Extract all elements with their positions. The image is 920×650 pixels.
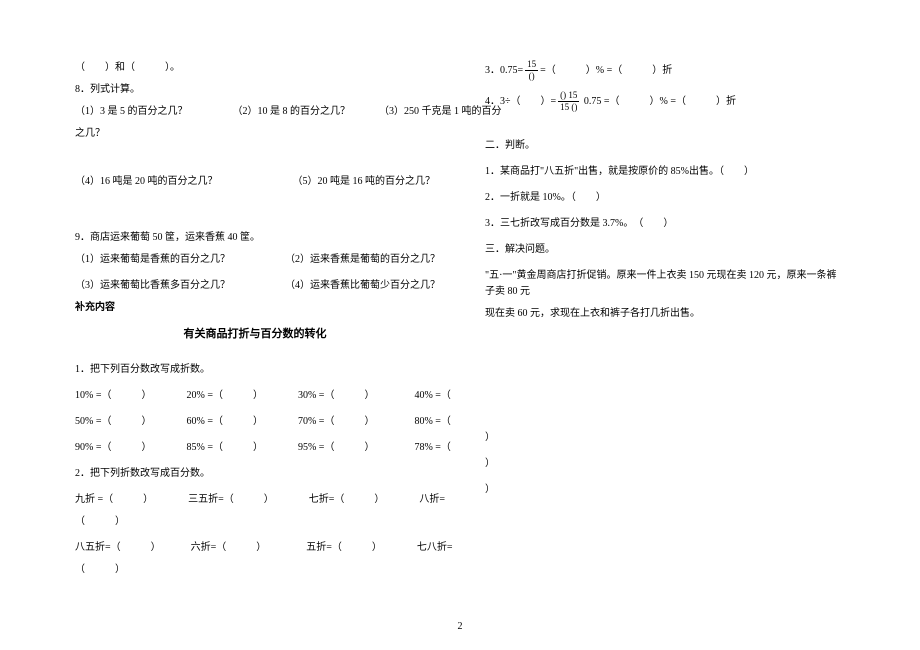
p4b: 0.75 =（ ）% =（ ）折 (584, 96, 736, 107)
page-number: 2 (0, 619, 920, 635)
word-problem-1: "五·一"黄金周商店打折促销。原来一件上衣卖 150 元现在卖 120 元，原来… (485, 268, 845, 300)
p1-30: 30% =（ ） (298, 390, 374, 401)
frac-den: () (525, 71, 538, 81)
q8-4: （4）16 吨是 20 吨的百分之几？ (75, 176, 218, 187)
frac-num: 15 (525, 60, 538, 71)
p2-85f: 八五折=（ ） (75, 542, 161, 553)
frac-num: () 15 (558, 91, 579, 102)
supplement-heading: 补充内容 (75, 300, 435, 316)
question-8-sub: （1）3 是 5 的百分之几？ （2）10 是 8 的百分之几？ （3）250 … (75, 104, 435, 120)
p1-50: 50% =（ ） (75, 416, 151, 427)
p1-row3: 90% =（ ） 85% =（ ） 95% =（ ） 78% =（ (75, 440, 435, 456)
document-body: （ ）和（ ）。 8．列式计算。 （1）3 是 5 的百分之几？ （2）10 是… (75, 60, 845, 600)
p1-row1: 10% =（ ） 20% =（ ） 30% =（ ） 40% =（ (75, 388, 435, 404)
p2-5: 五折=（ ） (306, 542, 382, 553)
q8-5: （5）20 吨是 16 吨的百分之几？ (293, 176, 436, 187)
p2-8: 八折= (419, 494, 445, 505)
p1-40: 40% =（ (414, 390, 450, 401)
section-3-heading: 三．解决问题。 (485, 242, 845, 258)
q9-2: （2）运来香蕉是葡萄的百分之几？ (285, 254, 440, 265)
p1-20: 20% =（ ） (186, 390, 262, 401)
q9-3: （3）运来葡萄比香蕉多百分之几？ (75, 280, 230, 291)
question-8: 8．列式计算。 (75, 82, 435, 98)
p1-60: 60% =（ ） (186, 416, 262, 427)
question-8-sub2: （4）16 吨是 20 吨的百分之几？ （5）20 吨是 16 吨的百分之几？ (75, 174, 435, 190)
q8-3b: 之几？ (75, 126, 435, 142)
p2-78: 七八折= (417, 542, 453, 553)
p2-row2: 八五折=（ ） 六折=（ ） 五折=（ ） 七八折= (75, 540, 435, 556)
problem-2: 2．把下列折数改写成百分数。 (75, 466, 435, 482)
p1-78: 78% =（ (414, 442, 450, 453)
q9-1: （1）运来葡萄是香蕉的百分之几？ (75, 254, 230, 265)
q9-4: （4）运来香蕉比葡萄少百分之几？ (285, 280, 440, 291)
fraction-4: () 1515 () (558, 91, 579, 112)
frac-den: 15 () (558, 102, 579, 112)
p1-10: 10% =（ ） (75, 390, 151, 401)
p3a: 3．0.75= (485, 65, 523, 76)
section-2-heading: 二．判断。 (485, 138, 845, 154)
problem-4: 4．3÷（ ）=() 1515 () 0.75 =（ ）% =（ ）折 (485, 91, 845, 112)
p1-95: 95% =（ ） (298, 442, 374, 453)
p4a: 4．3÷（ ）= (485, 96, 556, 107)
section-title: 有关商品打折与百分数的转化 (75, 326, 435, 344)
q8-1: （1）3 是 5 的百分之几？ (75, 106, 188, 117)
p2-9: 九折 =（ ） (75, 494, 153, 505)
question-9-sub1: （1）运来葡萄是香蕉的百分之几？ （2）运来香蕉是葡萄的百分之几？ (75, 252, 435, 268)
p1-85: 85% =（ ） (186, 442, 262, 453)
p2-35: 三五折=（ ） (188, 494, 274, 505)
close-paren-1: ） (485, 430, 845, 446)
fraction-3: 15() (525, 60, 538, 81)
word-problem-2: 现在卖 60 元，求现在上衣和裤子各打几折出售。 (485, 306, 845, 322)
p1-row2: 50% =（ ） 60% =（ ） 70% =（ ） 80% =（ (75, 414, 435, 430)
question-9: 9．商店运来葡萄 50 筐，运来香蕉 40 筐。 (75, 230, 435, 246)
text-line: （ ）和（ ）。 (75, 60, 435, 76)
judge-1: 1．某商品打"八五折"出售，就是按原价的 85%出售。（ ） (485, 164, 845, 180)
p2-blank1: （ ） (75, 514, 435, 530)
p1-80: 80% =（ (414, 416, 450, 427)
close-paren-3: ） (485, 482, 845, 498)
judge-3: 3．三七折改写成百分数是 3.7%。 （ ） (485, 216, 845, 232)
p3b: =（ ）% =（ ）折 (540, 65, 672, 76)
question-9-sub2: （3）运来葡萄比香蕉多百分之几？ （4）运来香蕉比葡萄少百分之几？ (75, 278, 435, 294)
p2-blank2: （ ） (75, 562, 435, 578)
q8-2: （2）10 是 8 的百分之几？ (233, 106, 351, 117)
p1-90: 90% =（ ） (75, 442, 151, 453)
p2-row1: 九折 =（ ） 三五折=（ ） 七折=（ ） 八折= (75, 492, 435, 508)
close-paren-2: ） (485, 456, 845, 472)
p2-6: 六折=（ ） (191, 542, 267, 553)
p1-70: 70% =（ ） (298, 416, 374, 427)
q8-3: （3）250 千克是 1 吨的百分 (379, 106, 502, 117)
judge-2: 2．一折就是 10%。（ ） (485, 190, 845, 206)
problem-1: 1．把下列百分数改写成折数。 (75, 362, 435, 378)
p2-7: 七折=（ ） (309, 494, 385, 505)
problem-3: 3．0.75=15()=（ ）% =（ ）折 (485, 60, 845, 81)
